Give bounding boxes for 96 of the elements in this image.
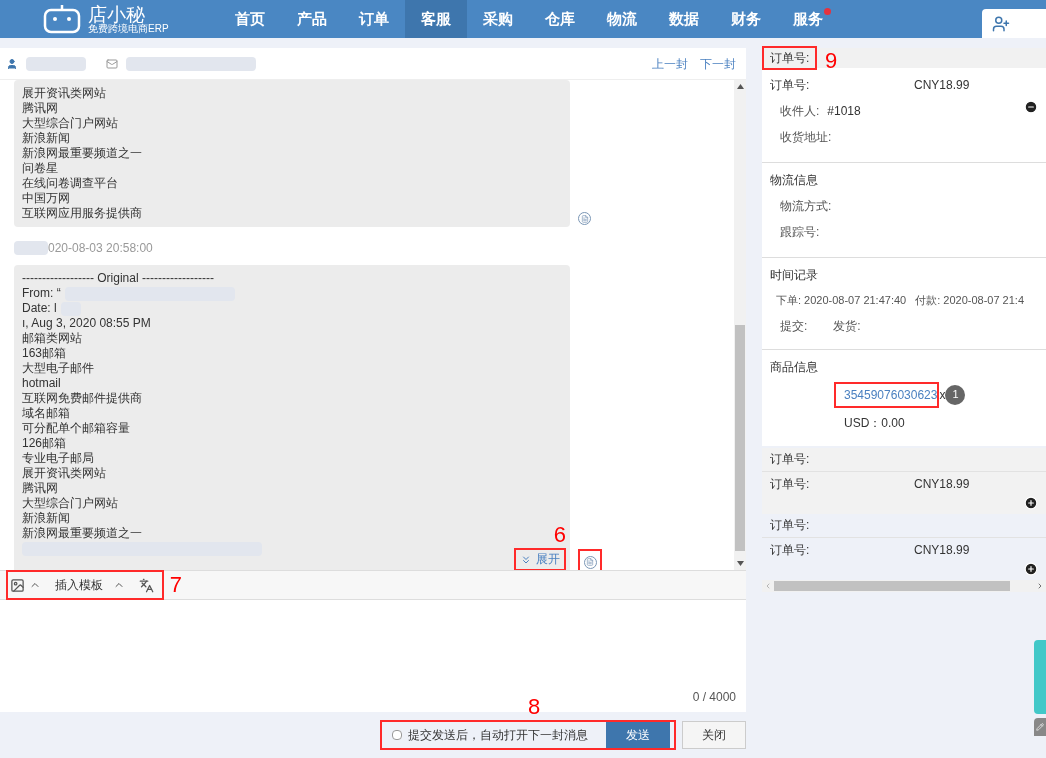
quantity-times: x xyxy=(939,386,946,404)
annotation-number: 7 xyxy=(169,574,182,596)
field-label: 物流方式: xyxy=(779,198,833,215)
double-chevron-icon xyxy=(520,553,532,566)
message-line: 互联网免费邮件提供商 xyxy=(22,391,142,406)
message-line: 可分配单个邮箱容量 xyxy=(22,421,130,436)
nav-tab[interactable]: 财务 xyxy=(714,0,777,38)
date-value: 2020-08-07 21:4 xyxy=(943,293,1024,308)
close-button[interactable]: 关闭 xyxy=(682,721,746,749)
quantity-badge: 1 xyxy=(945,384,966,405)
field-label: 收货地址: xyxy=(779,129,833,146)
order-title: 订单号: xyxy=(770,50,810,67)
annotation-number: 6 xyxy=(553,524,566,546)
insert-template-button[interactable]: 插入模板 xyxy=(55,576,103,594)
message-line: ------------------ Original ------------------ xyxy=(22,271,214,286)
annotation-number: 9 xyxy=(825,50,838,72)
order-amount: CNY18.99 xyxy=(914,475,970,493)
date-value: 2020-08-07 21:47:40 xyxy=(804,293,907,308)
field-label: 跟踪号: xyxy=(779,224,821,241)
message-line: 域名邮箱 xyxy=(22,406,70,421)
annotation-number: 8 xyxy=(528,696,541,718)
message-line: Date: l xyxy=(22,301,57,316)
message-line: 互联网应用服务提供商 xyxy=(22,206,142,221)
field-label: 订单号: xyxy=(762,447,1046,472)
recipient-value: #1018 xyxy=(827,103,861,120)
nav-tab[interactable]: 服务 xyxy=(776,0,839,38)
message-line: 新浪新闻 xyxy=(22,511,70,526)
nav-tab[interactable]: 仓库 xyxy=(528,0,591,38)
blurred-text xyxy=(14,241,48,255)
character-counter: 0 / 4000 xyxy=(692,689,736,706)
field-label: 订单号: xyxy=(770,475,811,493)
message-line: 新浪网最重要频道之一 xyxy=(22,146,142,161)
checkbox-label: 提交发送后，自动打开下一封消息 xyxy=(408,727,588,744)
expand-icon[interactable] xyxy=(1024,561,1038,576)
image-icon[interactable] xyxy=(10,577,25,593)
field-label: 下单: xyxy=(776,293,802,308)
robot-logo-icon xyxy=(42,4,82,34)
send-button[interactable]: 发送 xyxy=(606,722,670,748)
field-label: 提交: xyxy=(780,317,808,335)
nav-tab[interactable]: 采购 xyxy=(466,0,529,38)
logo-subtitle: 免费跨境电商ERP xyxy=(88,23,169,34)
section-title: 时间记录 xyxy=(770,267,819,284)
product-price: USD：0.00 xyxy=(843,414,906,432)
message-timestamp: 020-08-03 20:58:00 xyxy=(48,240,153,257)
message-line: 展开资讯类网站 xyxy=(22,466,106,481)
nav-tab[interactable]: 首页 xyxy=(218,0,281,38)
vertical-scrollbar[interactable] xyxy=(734,80,746,570)
blurred-text xyxy=(26,56,86,71)
message-line: 在线问卷调查平台 xyxy=(22,176,118,191)
field-label: 订单号: xyxy=(762,513,1046,538)
translate-icon[interactable] xyxy=(139,577,154,593)
nav-tab[interactable]: 数据 xyxy=(652,0,715,38)
message-line: 中国万网 xyxy=(22,191,70,206)
pencil-icon[interactable] xyxy=(1036,723,1044,731)
field-label: 发货: xyxy=(833,317,861,335)
order-amount: CNY18.99 xyxy=(914,541,970,559)
collapse-icon[interactable] xyxy=(1024,100,1038,114)
nav-tab[interactable]: 产品 xyxy=(280,0,343,38)
message-line: 新浪新闻 xyxy=(22,131,70,146)
horizontal-scrollbar[interactable] xyxy=(762,579,1046,592)
field-label: 收件人: xyxy=(780,103,820,120)
person-icon xyxy=(6,57,18,70)
field-label: 付款: xyxy=(915,293,941,308)
section-title: 商品信息 xyxy=(770,358,819,376)
message-line: 展开资讯类网站 xyxy=(22,86,106,101)
message-line: 大型电子邮件 xyxy=(22,361,94,376)
message-line: 163邮箱 xyxy=(22,346,67,361)
nav-tab[interactable]: 客服 xyxy=(404,0,467,38)
edit-tab[interactable] xyxy=(1034,718,1046,736)
previous-link[interactable]: 上一封 xyxy=(652,54,688,73)
user-icon[interactable] xyxy=(992,14,1010,33)
logo-title: 店小秘 xyxy=(88,4,145,24)
message-line: hotmail xyxy=(22,376,61,391)
scroll-up-arrow-icon[interactable] xyxy=(736,84,744,89)
message-line: 大型综合门户网站 xyxy=(22,496,118,511)
message-line: 腾讯网 xyxy=(22,101,58,116)
nav-tab[interactable]: 物流 xyxy=(590,0,653,38)
message-line: From: “ xyxy=(22,286,61,301)
message-line: 问卷星 xyxy=(22,161,58,176)
next-link[interactable]: 下一封 xyxy=(700,54,736,73)
message-line: 邮箱类网站 xyxy=(22,331,82,346)
message-line: ı, Aug 3, 2020 08:55 PM xyxy=(22,316,151,331)
field-label: 订单号: xyxy=(770,77,811,94)
scroll-down-arrow-icon[interactable] xyxy=(736,561,744,566)
expand-icon[interactable] xyxy=(1024,495,1038,510)
order-amount: CNY18.99 xyxy=(914,77,970,94)
message-line: 大型综合门户网站 xyxy=(22,116,118,131)
message-line: 专业电子邮局 xyxy=(22,451,94,466)
message-line: 新浪网最重要频道之一 xyxy=(22,526,142,541)
field-label: 订单号: xyxy=(770,541,811,559)
message-line: 126邮箱 xyxy=(22,436,67,451)
checkbox[interactable] xyxy=(392,730,402,740)
section-title: 物流信息 xyxy=(770,172,819,189)
message-line: 腾讯网 xyxy=(22,481,58,496)
mail-icon xyxy=(106,57,118,70)
nav-tab[interactable]: 订单 xyxy=(342,0,405,38)
